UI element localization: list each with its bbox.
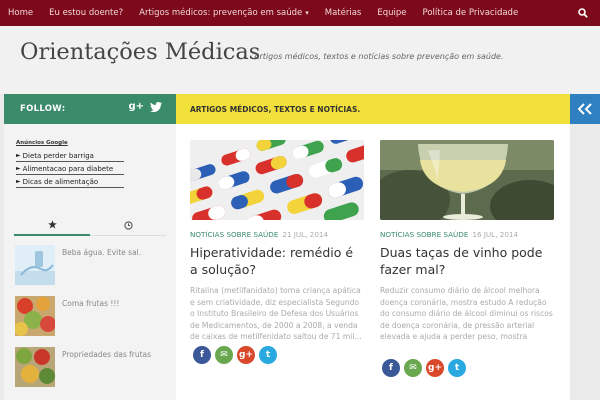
featured-bar: ARTIGOS MÉDICOS, TEXTOS E NOTÍCIAS. (176, 94, 570, 124)
post-date: 16 JUL, 2014 (472, 230, 519, 239)
post-image[interactable] (380, 140, 554, 220)
post-date: 21 JUL, 2014 (282, 230, 329, 239)
facebook-icon: f (200, 350, 204, 360)
post-thumbnail[interactable] (15, 296, 55, 336)
sidebar-toggle-button[interactable] (570, 94, 600, 124)
sidebar-post-title[interactable]: Coma frutas !!! (62, 299, 119, 308)
google-ads-block: Anúncios Google ► Dieta perder barriga ► A… (16, 140, 124, 189)
ad-link-label: Dieta perder barriga (22, 151, 94, 160)
ad-link[interactable]: ► Alimentacao para diabete (16, 163, 124, 175)
nav-label: Política de Privacidade (422, 8, 519, 18)
sidebar-post-item[interactable]: Beba água. Evite sal. (15, 245, 165, 287)
nav-label: Matérias (324, 8, 362, 18)
nav-item-eu-estou-doente[interactable]: Eu estou doente? (41, 0, 131, 26)
ad-link-label: Alimentacao para diabete (22, 164, 114, 173)
twitter-share-button[interactable]: t (259, 346, 277, 364)
post-meta: NOTÍCIAS SOBRE SAÚDE 16 JUL, 2014 (380, 230, 554, 239)
post-category[interactable]: NOTÍCIAS SOBRE SAÚDE (380, 230, 468, 239)
twitter-icon[interactable] (150, 101, 162, 112)
site-header: Orientações Médicas Artigos médicos, tex… (0, 26, 600, 94)
ads-title: Anúncios Google (16, 140, 68, 146)
follow-bar: FOLLOW: g+ (4, 94, 176, 124)
chevron-down-icon: ▾ (305, 9, 309, 17)
facebook-icon: f (389, 363, 393, 373)
google-plus-share-button[interactable]: g+ (237, 346, 255, 364)
nav-label: Home (8, 8, 34, 18)
nav-item-home[interactable]: Home (0, 0, 41, 26)
double-chevron-left-icon (578, 103, 592, 115)
arrow-right-icon: ► (16, 178, 21, 185)
nav-item-politica-privacidade[interactable]: Política de Privacidade (415, 0, 527, 26)
site-description: Artigos médicos, textos e notícias sobre… (254, 52, 504, 61)
facebook-share-button[interactable]: f (382, 359, 400, 377)
share-buttons: f ✉ g+ t (382, 359, 466, 377)
site-title[interactable]: Orientações Médicas (20, 39, 260, 65)
google-plus-icon: g+ (428, 363, 442, 373)
sidebar-tabs (14, 214, 166, 236)
arrow-right-icon: ► (16, 152, 21, 159)
sidebar-post-title[interactable]: Propriedades das frutas (62, 350, 151, 359)
ad-link-label: Dicas de alimentação (22, 177, 99, 186)
tab-recent[interactable] (90, 214, 166, 236)
email-icon: ✉ (409, 363, 417, 373)
post-title[interactable]: Hiperatividade: remédio é a solução? (190, 244, 364, 278)
google-plus-share-button[interactable]: g+ (426, 359, 444, 377)
google-plus-icon: g+ (239, 350, 253, 360)
nav-item-equipe[interactable]: Equipe (369, 0, 414, 26)
featured-label: ARTIGOS MÉDICOS, TEXTOS E NOTÍCIAS. (190, 104, 361, 114)
post-thumbnail[interactable] (15, 245, 55, 285)
twitter-share-button[interactable]: t (448, 359, 466, 377)
ad-link[interactable]: ► Dieta perder barriga (16, 150, 124, 162)
ad-link[interactable]: ► Dicas de alimentação (16, 176, 124, 188)
top-navigation: Home Eu estou doente? Artigos médicos: p… (0, 0, 600, 26)
nav-item-artigos-medicos[interactable]: Artigos médicos: prevenção em saúde ▾ (131, 0, 317, 26)
share-buttons: f ✉ g+ t (193, 346, 277, 364)
post-excerpt: Ritalina (metilfanidato) torna criança a… (190, 286, 362, 342)
search-button[interactable] (566, 0, 600, 26)
search-icon (578, 8, 588, 18)
star-icon (47, 219, 57, 228)
email-icon: ✉ (220, 350, 228, 360)
nav-label: Artigos médicos: prevenção em saúde (139, 8, 303, 18)
sidebar-post-title[interactable]: Beba água. Evite sal. (62, 248, 141, 257)
post-image[interactable] (190, 140, 364, 220)
google-plus-icon[interactable]: g+ (128, 101, 144, 112)
right-gutter (570, 124, 600, 400)
clock-icon (123, 220, 133, 230)
post-title[interactable]: Duas taças de vinho pode fazer mal? (380, 244, 554, 278)
tab-popular[interactable] (14, 214, 90, 236)
twitter-icon: t (454, 363, 460, 373)
post-category[interactable]: NOTÍCIAS SOBRE SAÚDE (190, 230, 278, 239)
post-meta: NOTÍCIAS SOBRE SAÚDE 21 JUL, 2014 (190, 230, 364, 239)
email-share-button[interactable]: ✉ (215, 346, 233, 364)
post-thumbnail[interactable] (15, 347, 55, 387)
nav-label: Equipe (377, 8, 407, 18)
facebook-share-button[interactable]: f (193, 346, 211, 364)
sidebar-post-item[interactable]: Coma frutas !!! (15, 296, 165, 338)
post-excerpt: Reduzir consumo diário de álcool melhora… (380, 286, 553, 342)
arrow-right-icon: ► (16, 165, 21, 172)
post-card: NOTÍCIAS SOBRE SAÚDE 21 JUL, 2014 Hiperat… (190, 140, 364, 343)
follow-label: FOLLOW: (20, 104, 66, 114)
post-card: NOTÍCIAS SOBRE SAÚDE 16 JUL, 2014 Duas ta… (380, 140, 554, 343)
twitter-icon: t (265, 350, 271, 360)
nav-item-materias[interactable]: Matérias (317, 0, 370, 26)
nav-label: Eu estou doente? (49, 8, 124, 18)
email-share-button[interactable]: ✉ (404, 359, 422, 377)
sidebar-post-item[interactable]: Propriedades das frutas (15, 347, 165, 389)
